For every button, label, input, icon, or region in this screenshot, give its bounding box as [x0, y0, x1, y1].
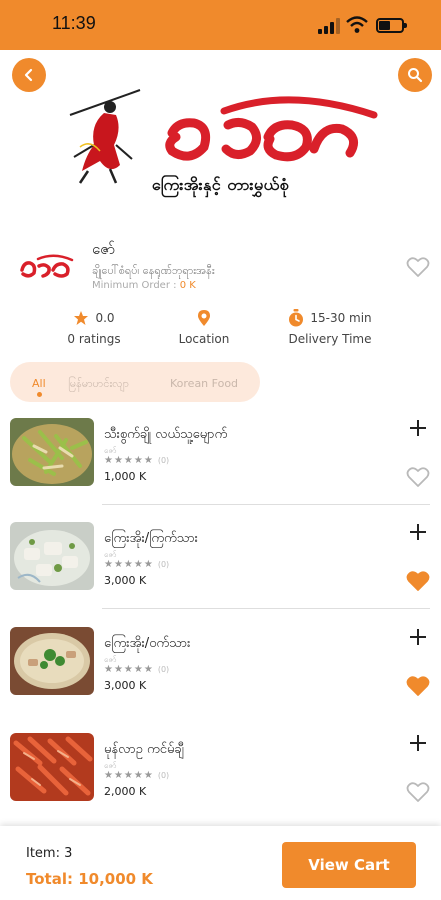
minimum-order: Minimum Order : 0 K: [92, 280, 196, 291]
location-pin-icon: [198, 310, 210, 326]
item-price: 3,000 K: [104, 574, 147, 587]
star-icon: [74, 311, 89, 325]
rating-stars: ★★★★★: [104, 455, 154, 466]
tab-korean-food[interactable]: Korean Food: [170, 377, 238, 390]
plus-icon[interactable]: [408, 627, 428, 647]
signal-icon: [318, 18, 340, 34]
food-image: [10, 418, 94, 486]
rating-label: 0 ratings: [67, 332, 121, 346]
item-price: 2,000 K: [104, 785, 147, 798]
status-time: 11:39: [52, 13, 96, 33]
search-icon: [408, 68, 423, 83]
plus-icon[interactable]: [408, 418, 428, 438]
item-rating: ★★★★★ (0): [104, 770, 169, 781]
rating-value: 0.0: [95, 311, 115, 325]
rating-stat: 0.0 0 ratings: [54, 308, 134, 346]
restaurant-logo: [20, 254, 74, 278]
rating-count: (0): [157, 665, 170, 674]
item-name: မုန်လာဥ ကင်မ်ချီ: [104, 742, 184, 757]
item-price: 1,000 K: [104, 470, 147, 483]
delivery-label: Delivery Time: [288, 332, 372, 346]
food-image: [10, 733, 94, 801]
heart-filled-icon[interactable]: [406, 675, 430, 697]
tab-myanmar-food[interactable]: မြန်မာဟင်းလျာ: [68, 377, 129, 393]
back-button[interactable]: [12, 58, 46, 92]
rating-stars: ★★★★★: [104, 559, 154, 570]
wifi-icon: [346, 16, 368, 33]
menu-item[interactable]: ကြေးအိုး/ကြက်သား ဇော် ★★★★★ (0) 3,000 K: [0, 522, 441, 626]
cart-footer: Item: 3 Total: 10,000 K View Cart: [0, 826, 441, 900]
restaurant-address: ချိုပေါ်စံရပ်၊ နေရုဏ်ဘုရားအနီး: [92, 264, 215, 277]
minimum-order-value: 0 K: [179, 280, 196, 291]
divider: [102, 608, 430, 609]
minimum-order-label: Minimum Order :: [92, 280, 177, 291]
cart-item-count: Item: 3: [26, 846, 73, 861]
heart-outline-icon[interactable]: [406, 781, 430, 803]
rating-count: (0): [157, 771, 170, 780]
heart-outline-icon[interactable]: [406, 256, 430, 278]
item-price: 3,000 K: [104, 679, 147, 692]
location-label: Location: [178, 332, 230, 346]
menu-item[interactable]: သီးစွက်ချို လယ်သူ့မျောက် ဇော် ★★★★★ (0) 1…: [0, 418, 441, 522]
heart-outline-icon[interactable]: [406, 466, 430, 488]
delivery-value: 15-30 min: [310, 311, 372, 325]
item-rating: ★★★★★ (0): [104, 664, 169, 675]
restaurant-name: ဇော်: [92, 240, 116, 258]
item-rating: ★★★★★ (0): [104, 559, 169, 570]
hero-subtitle: ကြေးအိုးနှင့် တားမွှယ်စုံ: [151, 175, 290, 194]
delivery-stat: 15-30 min Delivery Time: [280, 308, 380, 346]
rating-stars: ★★★★★: [104, 664, 154, 675]
cart-total: Total: 10,000 K: [26, 870, 153, 888]
item-name: ကြေးအိုး/ကြက်သား: [104, 531, 198, 546]
location-stat[interactable]: Location: [164, 308, 244, 346]
battery-icon: [376, 18, 407, 33]
view-cart-button[interactable]: View Cart: [282, 842, 416, 888]
divider: [102, 504, 430, 505]
chevron-left-icon: [24, 68, 33, 82]
search-button[interactable]: [398, 58, 432, 92]
food-image: [10, 627, 94, 695]
active-tab-indicator: [37, 392, 42, 397]
item-rating: ★★★★★ (0): [104, 455, 169, 466]
heart-filled-icon[interactable]: [406, 570, 430, 592]
status-bar: 11:39: [0, 0, 441, 50]
plus-icon[interactable]: [408, 733, 428, 753]
food-image: [10, 522, 94, 590]
rating-count: (0): [157, 456, 170, 465]
menu-item[interactable]: ကြေးအိုး/ဝက်သား ဇော် ★★★★★ (0) 3,000 K: [0, 627, 441, 731]
tab-all[interactable]: All: [32, 377, 46, 390]
item-name: ကြေးအိုး/ဝက်သား: [104, 636, 191, 651]
timer-icon: [289, 309, 304, 327]
plus-icon[interactable]: [408, 522, 428, 542]
category-tabs: All မြန်မာဟင်းလျာ Korean Food: [10, 362, 260, 402]
item-name: သီးစွက်ချို လယ်သူ့မျောက်: [104, 427, 228, 442]
menu-item[interactable]: မုန်လာဥ ကင်မ်ချီ ဇော် ★★★★★ (0) 2,000 K: [0, 733, 441, 837]
rating-count: (0): [157, 560, 170, 569]
rating-stars: ★★★★★: [104, 770, 154, 781]
